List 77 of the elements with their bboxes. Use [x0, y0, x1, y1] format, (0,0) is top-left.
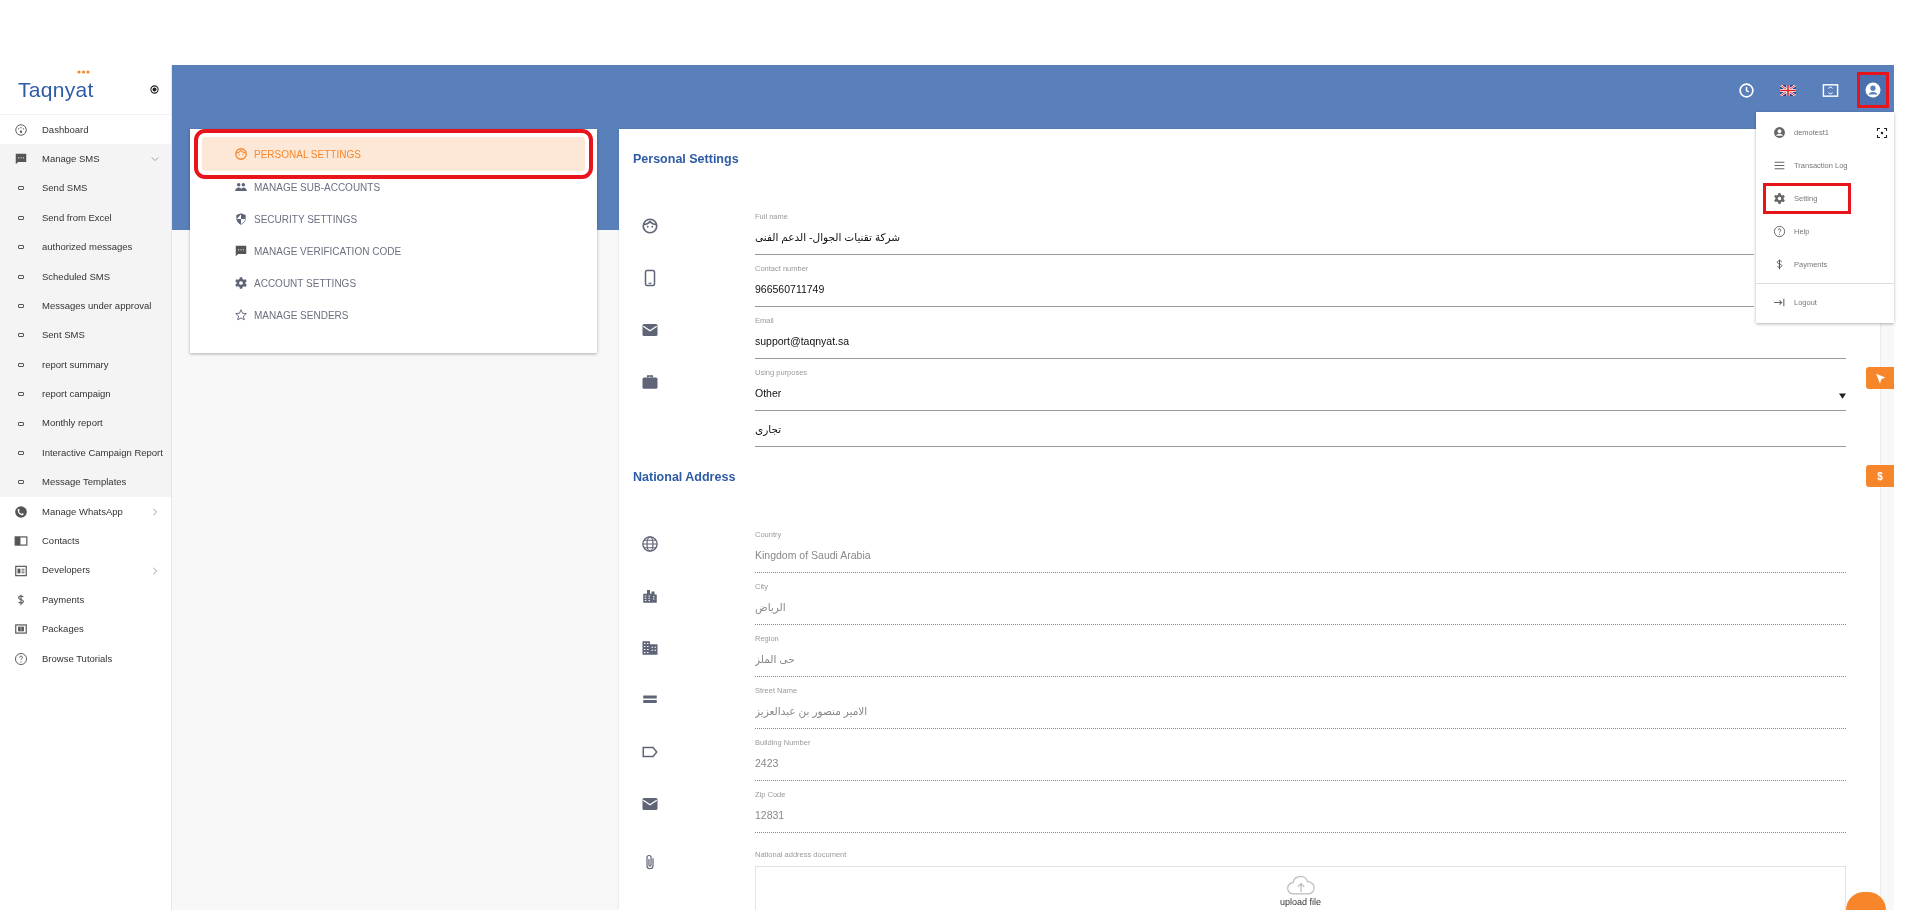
focus-icon	[1876, 126, 1888, 139]
face-icon	[641, 216, 659, 235]
sidebar-item[interactable]: Manage WhatsApp	[0, 497, 171, 527]
sidebar-item[interactable]: Dashboard	[0, 115, 171, 145]
help-icon	[14, 651, 28, 666]
sidebar-item[interactable]: Payments	[0, 585, 171, 615]
gear-icon	[1773, 192, 1786, 205]
sidebar-subitem[interactable]: Monthly report	[0, 408, 171, 439]
contacts-icon	[14, 534, 28, 549]
briefcase-icon	[641, 372, 659, 391]
sidebar-subitem[interactable]: Scheduled SMS	[0, 261, 171, 292]
sidebar-subitem[interactable]: report campaign	[0, 379, 171, 409]
flag-icon	[1780, 84, 1796, 96]
sidebar-item[interactable]: Manage SMS	[0, 144, 171, 174]
people-icon	[234, 180, 248, 194]
dashboard-icon	[14, 122, 28, 137]
logo-dots-icon	[76, 69, 90, 74]
logout-icon	[1773, 296, 1786, 309]
help-icon	[1773, 225, 1786, 238]
sidebar-subitem[interactable]: Sent SMS	[0, 320, 171, 351]
sidebar-subitem[interactable]: Send from Excel	[0, 203, 171, 233]
sidebar-subitem[interactable]: Messages under approval	[0, 291, 171, 321]
logo: Taqnyat	[18, 77, 94, 101]
section-title: National Address	[633, 470, 736, 485]
bullet-icon	[18, 186, 24, 191]
cloud-upload-icon	[1285, 875, 1316, 897]
bullet-icon	[18, 215, 24, 220]
radio-icon[interactable]	[150, 85, 159, 94]
section-title: Personal Settings	[633, 152, 739, 167]
user-icon	[1773, 126, 1786, 139]
settings-menu-item[interactable]: SECURITY SETTINGS	[202, 203, 585, 235]
account-button[interactable]	[1860, 75, 1886, 105]
send-icon	[1873, 371, 1887, 385]
screen-icon	[1821, 81, 1839, 99]
upload-area[interactable]: upload file	[755, 866, 1846, 910]
chat-icon	[234, 244, 248, 258]
bullet-icon	[18, 480, 24, 485]
settings-menu-item[interactable]: MANAGE VERIFICATION CODE	[202, 235, 585, 267]
developer-icon	[14, 563, 28, 578]
globe-icon	[641, 534, 659, 553]
sidebar-item[interactable]: Browse Tutorials	[0, 644, 171, 674]
sidebar-item[interactable]: Packages	[0, 614, 171, 645]
caret-icon	[1839, 393, 1846, 399]
star-icon	[234, 308, 248, 322]
sidebar-subitem[interactable]: Send SMS	[0, 173, 171, 204]
bullet-icon	[18, 274, 24, 279]
send-tab[interactable]	[1866, 367, 1894, 389]
user-icon	[1864, 81, 1882, 99]
clock-icon	[1737, 81, 1755, 99]
sidebar-item[interactable]: Contacts	[0, 526, 171, 556]
bullet-icon	[18, 362, 24, 367]
bullet-icon	[18, 392, 24, 397]
whatsapp-icon	[14, 504, 28, 519]
settings-menu-item[interactable]: MANAGE SUB-ACCOUNTS	[202, 171, 585, 203]
bullet-icon	[18, 421, 24, 426]
sidebar-subitem[interactable]: Message Templates	[0, 467, 171, 498]
input-field[interactable]: 966560711749	[755, 278, 1754, 307]
sidebar-subitem[interactable]: report summary	[0, 350, 171, 380]
settings-menu-item[interactable]: MANAGE SENDERS	[202, 299, 585, 331]
list-icon	[1773, 159, 1786, 172]
package-icon	[14, 622, 28, 637]
bullet-icon	[18, 304, 24, 309]
face-icon	[234, 147, 248, 161]
shield-icon	[234, 212, 248, 226]
building-icon	[641, 638, 659, 657]
input-field[interactable]: support@taqnyat.sa	[755, 330, 1846, 359]
input-field[interactable]: تجارى	[755, 418, 1846, 447]
sidebar-subitem[interactable]: Interactive Campaign Report	[0, 438, 171, 468]
sidebar-subitem[interactable]: authorized messages	[0, 232, 171, 262]
bullet-icon	[18, 245, 24, 250]
settings-menu-item[interactable]: ACCOUNT SETTINGS	[202, 267, 585, 299]
bullet-icon	[18, 333, 24, 338]
input-field[interactable]: شركة تقنيات الجوال- الدعم الفنى	[755, 226, 1754, 255]
dropdown-field[interactable]: Other	[755, 382, 1846, 411]
sidebar-item[interactable]: Developers	[0, 555, 171, 586]
bullet-icon	[18, 451, 24, 455]
gear-icon	[234, 276, 248, 290]
